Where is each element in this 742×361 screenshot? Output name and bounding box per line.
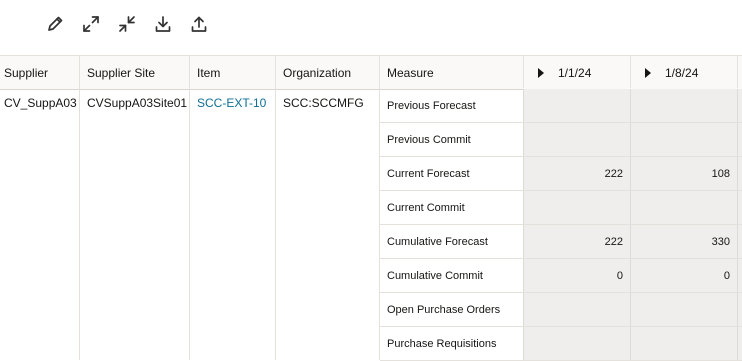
expand-triangle-icon[interactable]: [538, 67, 544, 78]
header-week-1-label: 1/1/24: [558, 65, 592, 80]
week-3-value-cell[interactable]: [737, 89, 742, 122]
measure-row: Cumulative Forecast 222 330: [380, 225, 742, 259]
measure-label: Cumulative Commit: [387, 269, 483, 282]
column-divider: [189, 55, 190, 360]
header-supplier-site[interactable]: Supplier Site: [87, 56, 155, 89]
upload-icon: [191, 16, 207, 32]
week-1-value-cell[interactable]: 222: [523, 225, 630, 258]
week-2-value-cell[interactable]: [630, 191, 737, 224]
week-1-value-cell[interactable]: 222: [523, 157, 630, 190]
expand-triangle-icon[interactable]: [645, 67, 651, 78]
header-item[interactable]: Item: [197, 56, 220, 89]
supply-collaboration-grid: Supplier Supplier Site Item Organization…: [0, 55, 742, 361]
collapse-button[interactable]: [113, 10, 141, 38]
toolbar: [0, 0, 742, 55]
week-1-value-cell[interactable]: [523, 293, 630, 326]
week-1-value-cell[interactable]: [523, 89, 630, 122]
week-2-value-cell[interactable]: [630, 89, 737, 122]
week-3-value-cell[interactable]: [737, 293, 742, 326]
measure-label: Current Forecast: [387, 167, 470, 180]
cell-organization: SCC:SCCMFG: [283, 96, 364, 110]
header-supplier[interactable]: Supplier: [4, 56, 48, 89]
upload-button[interactable]: [185, 10, 213, 38]
week-1-value-cell[interactable]: 0: [523, 259, 630, 292]
measure-label: Previous Commit: [387, 133, 471, 146]
week-2-value-cell[interactable]: [630, 327, 737, 360]
cell-supplier: CV_SuppA03: [4, 96, 77, 110]
week-2-value-cell[interactable]: [630, 293, 737, 326]
week-1-value-cell[interactable]: [523, 123, 630, 156]
measure-row: Previous Forecast: [380, 89, 742, 123]
measure-label: Current Commit: [387, 201, 465, 214]
header-measure[interactable]: Measure: [387, 56, 434, 89]
column-divider: [737, 55, 738, 88]
measure-label: Purchase Requisitions: [387, 337, 497, 350]
week-1-value-cell[interactable]: [523, 191, 630, 224]
week-3-value-cell[interactable]: [737, 327, 742, 360]
week-3-value-cell[interactable]: [737, 191, 742, 224]
measure-row: Previous Commit: [380, 123, 742, 157]
header-organization[interactable]: Organization: [283, 56, 351, 89]
pencil-icon: [48, 16, 63, 31]
week-2-value-cell[interactable]: 0: [630, 259, 737, 292]
measure-row: Current Forecast 222 108: [380, 157, 742, 191]
measure-row: Cumulative Commit 0 0: [380, 259, 742, 293]
week-3-value-cell[interactable]: [737, 123, 742, 156]
collapse-icon: [119, 16, 135, 32]
measure-row: Current Commit: [380, 191, 742, 225]
header-week-1[interactable]: 1/1/24: [538, 56, 591, 89]
week-2-value-cell[interactable]: 330: [630, 225, 737, 258]
week-3-value-cell[interactable]: [737, 157, 742, 190]
cell-supplier-site: CVSuppA03Site01: [87, 96, 188, 110]
measure-row: Open Purchase Orders: [380, 293, 742, 327]
column-divider: [630, 55, 631, 88]
header-week-2[interactable]: 1/8/24: [645, 56, 698, 89]
expand-button[interactable]: [77, 10, 105, 38]
header-week-2-label: 1/8/24: [665, 65, 699, 80]
column-divider: [79, 55, 80, 360]
week-3-value-cell[interactable]: [737, 259, 742, 292]
edit-button[interactable]: [41, 10, 69, 38]
column-divider: [523, 55, 524, 88]
measure-label: Previous Forecast: [387, 99, 476, 112]
download-button[interactable]: [149, 10, 177, 38]
measure-label: Open Purchase Orders: [387, 303, 501, 316]
week-2-value-cell[interactable]: 108: [630, 157, 737, 190]
column-divider: [275, 55, 276, 360]
download-icon: [155, 16, 171, 32]
measure-row: Purchase Requisitions: [380, 327, 742, 361]
week-1-value-cell[interactable]: [523, 327, 630, 360]
item-link[interactable]: SCC-EXT-10: [197, 96, 266, 110]
week-2-value-cell[interactable]: [630, 123, 737, 156]
measure-label: Cumulative Forecast: [387, 235, 488, 248]
expand-icon: [83, 16, 99, 32]
week-3-value-cell[interactable]: [737, 225, 742, 258]
